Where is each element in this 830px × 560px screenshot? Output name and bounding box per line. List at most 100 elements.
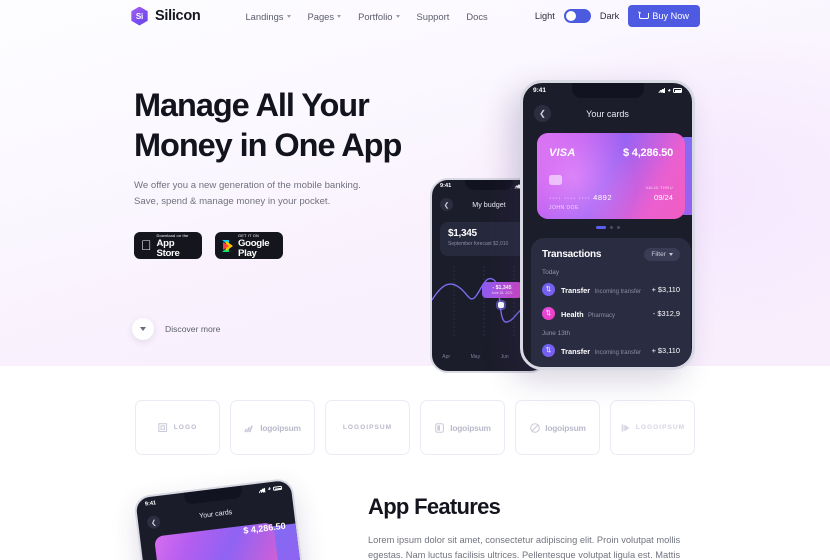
apple-icon:  xyxy=(141,238,152,252)
play-bars-icon xyxy=(621,424,630,431)
phone-cards-title: Your cards xyxy=(586,108,629,119)
nav-item-pages[interactable]: Pages xyxy=(308,11,342,22)
buy-now-label: Buy Now xyxy=(652,11,689,21)
hero-content: Manage All Your Money in One App We offe… xyxy=(134,86,434,260)
app-store-button[interactable]:  Download on the App Store xyxy=(134,232,202,260)
google-play-button[interactable]: GET IT ON Google Play xyxy=(215,232,283,260)
nav-item-support[interactable]: Support xyxy=(417,11,450,22)
silicon-hexagon-icon: Si xyxy=(131,6,148,26)
main-nav: Landings Pages Portfolio Support Docs xyxy=(245,11,487,22)
transactions-title: Transactions xyxy=(542,249,602,260)
app-store-label: App Store xyxy=(146,239,190,258)
hero-subtitle: We offer you a new generation of the mob… xyxy=(134,178,434,209)
transaction-row[interactable]: ⇅ Transfer Incoming transfer + $3,110 xyxy=(542,341,680,359)
square-circles-icon xyxy=(158,422,167,432)
nav-item-landings[interactable]: Landings xyxy=(245,10,291,22)
transaction-name: Health xyxy=(561,310,584,319)
carousel-dots[interactable] xyxy=(523,226,692,229)
transactions-panel: Transactions Filter Today ⇅ Transfer Inc… xyxy=(531,238,691,367)
chevron-down-icon xyxy=(395,14,400,18)
card-valid-label: VALID THRU xyxy=(645,185,673,190)
theme-toggle[interactable] xyxy=(563,9,591,23)
google-play-label: Google Play xyxy=(238,237,270,259)
transfer-icon: ⇅ xyxy=(542,282,555,296)
google-play-icon xyxy=(222,239,233,252)
axis-label: Jun xyxy=(500,354,509,360)
features-phone-mockup: 9:41 ◕ ❮ Your cards VISA $ 4,286.50 xyxy=(133,477,306,560)
credit-card[interactable]: VISA $ 4,286.50 ···· ···· ···· 4892 VALI… xyxy=(537,133,685,219)
brand-name: Silicon xyxy=(155,8,201,24)
brand-logo[interactable]: Si Silicon xyxy=(130,6,201,26)
card-chip-icon xyxy=(549,175,562,185)
logo-card[interactable]: LOGOIPSUM xyxy=(610,400,695,455)
carousel-dot[interactable] xyxy=(609,226,613,229)
chevron-down-icon xyxy=(337,14,342,18)
logo-card[interactable]: logoipsum xyxy=(515,400,600,455)
logo-card[interactable]: LOGOIPSUM xyxy=(325,400,410,455)
google-play-small-label: GET IT ON xyxy=(238,232,259,238)
status-icons: ◕ xyxy=(658,87,682,94)
transaction-group-label: June 13th xyxy=(542,330,571,337)
logo-text: LOGO xyxy=(173,424,198,431)
dots-diagonal-icon xyxy=(244,424,254,432)
store-badges:  Download on the App Store GET IT ON Go… xyxy=(134,232,434,260)
discover-more-button[interactable]: Discover more xyxy=(132,318,220,340)
transaction-desc: Incoming transfer xyxy=(594,350,641,356)
transaction-name: Transfer xyxy=(561,286,591,295)
battery-icon xyxy=(673,88,682,93)
status-time: 9:41 xyxy=(533,87,547,94)
app-store-small-label: Download on the xyxy=(146,233,189,243)
phone-cards-header: ❮ Your cards xyxy=(523,105,692,122)
features-title: App Features xyxy=(368,494,501,519)
status-icons: ◕ xyxy=(258,485,283,494)
logo-text: logoipsum xyxy=(545,422,586,433)
chevron-down-icon xyxy=(140,327,146,331)
carousel-dot[interactable] xyxy=(616,226,620,229)
carousel-dot-active[interactable] xyxy=(595,226,606,229)
logo-card[interactable]: logoipsum xyxy=(230,400,315,455)
brand-mark-text: Si xyxy=(135,11,144,21)
nav-item-portfolio[interactable]: Portfolio xyxy=(358,10,400,22)
buy-now-button[interactable]: Buy Now xyxy=(628,5,700,27)
app-features-section: App Features Lorem ipsum dolor sit amet,… xyxy=(368,494,698,560)
axis-label: Apr xyxy=(442,354,451,360)
chart-data-point xyxy=(498,302,504,308)
logo-text: logoipsum xyxy=(260,422,301,433)
phone-mockups: 9:41 ◕ ❮ My budget $1,345 September fore… xyxy=(420,78,720,373)
status-time: 9:41 xyxy=(144,500,157,508)
logo-text: LOGOIPSUM xyxy=(342,424,393,431)
theme-toggle-knob xyxy=(565,11,576,21)
transaction-desc: Pharmacy xyxy=(588,313,616,319)
discover-circle xyxy=(132,318,154,340)
logo-text: logoipsum xyxy=(450,422,491,433)
transaction-amount: + $3,110 xyxy=(651,284,680,294)
transaction-desc: Incoming transfer xyxy=(594,289,641,295)
cart-icon xyxy=(639,12,650,20)
phone-cards-mockup: 9:41 ◕ ❮ Your cards VISA $ 4,286.50 ····… xyxy=(520,80,695,370)
phone-status-bar: 9:41 ◕ xyxy=(523,87,692,94)
half-square-icon xyxy=(435,422,445,433)
signal-icon xyxy=(258,487,266,493)
card-balance: $ 4,286.50 xyxy=(623,147,673,159)
filter-label: Filter xyxy=(651,251,666,258)
transaction-name: Transfer xyxy=(561,347,591,356)
dark-mode-label: Dark xyxy=(599,11,620,21)
nav-label: Landings xyxy=(245,10,284,22)
logo-card[interactable]: logoipsum xyxy=(420,400,505,455)
nav-label: Pages xyxy=(307,10,335,22)
nav-label: Portfolio xyxy=(358,10,393,22)
status-time: 9:41 xyxy=(440,183,452,189)
wifi-icon: ◕ xyxy=(667,87,671,94)
logo-card[interactable]: LOGO xyxy=(135,400,220,455)
transaction-group-label: Today xyxy=(542,269,560,276)
transaction-amount: + $3,110 xyxy=(651,345,680,355)
filter-button[interactable]: Filter xyxy=(644,248,680,261)
hero-subtitle-line-1: We offer you a new generation of the mob… xyxy=(134,180,361,192)
landing-page: Si Silicon Landings Pages Portfolio Supp… xyxy=(0,0,830,560)
transaction-row[interactable]: ⇅ Health Pharmacy - $312,9 xyxy=(542,304,680,322)
transaction-row[interactable]: ⇅ Transfer Incoming transfer + $3,110 xyxy=(542,280,680,298)
nav-item-docs[interactable]: Docs xyxy=(466,11,487,22)
features-text: Lorem ipsum dolor sit amet, consectetur … xyxy=(368,535,681,560)
signal-icon xyxy=(658,88,666,93)
hero-title-line-1: Manage All Your xyxy=(134,87,370,123)
